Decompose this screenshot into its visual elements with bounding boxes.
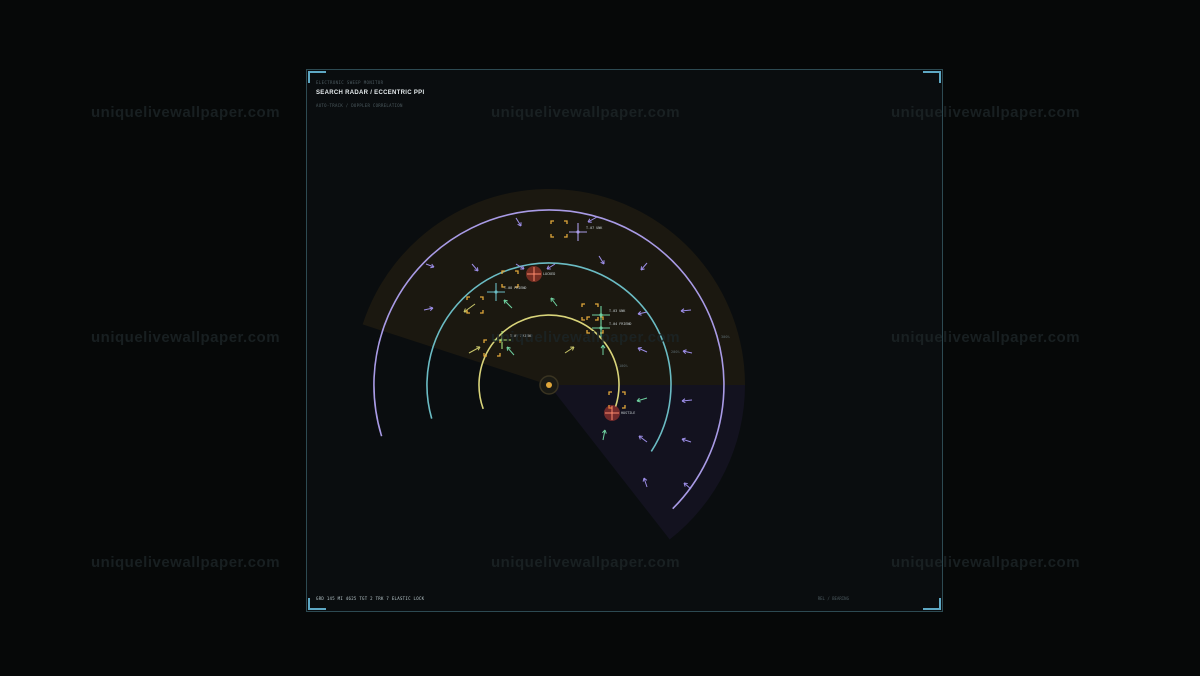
panel-subtitle: AUTO-TRACK / DOPPLER CORRELATION (316, 103, 403, 108)
panel-title: SEARCH RADAR / ECCENTRIC PPI (316, 90, 425, 96)
watermark: uniquelivewallpaper.com (91, 104, 281, 121)
sweep-sector-primary (362, 188, 745, 385)
track-label: T-03 UNK (609, 309, 626, 313)
range-label: 200% (671, 350, 680, 354)
radar-panel: LOCKED HOSTILE T-07 UNK T-08 FRIEND T-03 UN… (306, 69, 943, 612)
track-label: T-08 FRIEND (504, 286, 526, 290)
sweep-sector-secondary (549, 385, 745, 540)
lock-label: HOSTILE (621, 411, 635, 415)
status-readout: GRD 145 MI 4625 TGT 2 TRK 7 ELASTIC LOCK (316, 596, 425, 601)
ownship-marker (546, 382, 552, 388)
watermark: uniquelivewallpaper.com (91, 329, 281, 346)
track-label: T-09 FRIEND (510, 334, 532, 338)
radar-scope: LOCKED HOSTILE T-07 UNK T-08 FRIEND T-03 UN… (362, 188, 745, 540)
watermark: uniquelivewallpaper.com (91, 554, 281, 571)
range-label: 300% (721, 335, 730, 339)
range-label: 100% (619, 364, 628, 368)
bearing-readout: REL / BEARING (817, 596, 849, 601)
track-label: T-04 FRIEND (609, 322, 631, 326)
lock-label: LOCKED (543, 272, 555, 276)
track-label: T-07 UNK (586, 226, 603, 230)
panel-overline: ELECTRONIC SWEEP MONITOR (316, 80, 384, 85)
